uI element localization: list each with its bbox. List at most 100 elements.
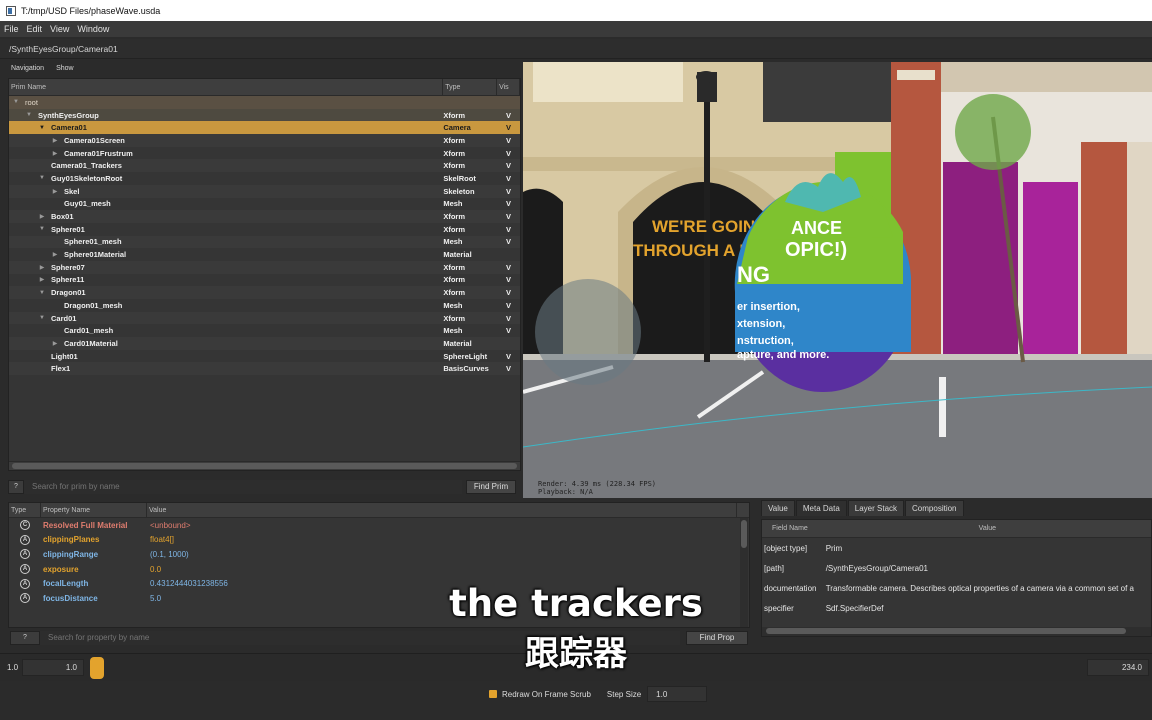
prim-row-sphere01material[interactable]: ▶ Sphere01Material Material [9, 248, 520, 261]
expand-right-icon[interactable]: ▶ [51, 251, 59, 258]
prim-row-camera01[interactable]: ▼ Camera01 Camera V [9, 121, 520, 135]
property-row[interactable]: Aexposure 0.0 [9, 562, 749, 577]
prim-name: Sphere11 [51, 275, 85, 285]
expand-right-icon[interactable]: ▶ [51, 150, 59, 157]
prim-search-help-button[interactable]: ? [8, 479, 24, 494]
tab-composition[interactable]: Composition [905, 500, 964, 516]
prim-row-root[interactable]: ▼ root [9, 96, 520, 109]
expand-down-icon[interactable]: ▼ [25, 112, 33, 118]
prim-visibility-toggle[interactable]: V [497, 136, 520, 145]
prim-row-guy01skeletonroot[interactable]: ▼ Guy01SkeletonRoot SkelRoot V [9, 172, 520, 185]
expand-right-icon[interactable]: ▶ [38, 264, 46, 271]
prim-visibility-toggle[interactable]: V [497, 237, 520, 246]
prim-row-guy01-mesh[interactable]: Guy01_mesh Mesh V [9, 198, 520, 211]
prim-row-sphere07[interactable]: ▶ Sphere07 Xform V [9, 260, 520, 274]
navigation-menu[interactable]: Navigation [11, 65, 44, 72]
header-prop-type[interactable]: Type [9, 503, 41, 517]
prim-visibility-toggle[interactable]: V [497, 288, 520, 297]
prim-row-sphere01-mesh[interactable]: Sphere01_mesh Mesh V [9, 235, 520, 249]
expand-down-icon[interactable]: ▼ [38, 290, 46, 296]
prim-row-camera01-trackers[interactable]: Camera01_Trackers Xform V [9, 159, 520, 173]
tab-layer-stack[interactable]: Layer Stack [847, 500, 905, 516]
expand-right-icon[interactable]: ▶ [51, 188, 59, 195]
prim-name-cell: ▼ Guy01SkeletonRoot [9, 174, 443, 183]
header-meta-value[interactable]: Value [824, 525, 1151, 532]
3d-viewport[interactable]: WE'RE GOING THROUGH A PHASE ANCE OPIC!) … [523, 62, 1152, 498]
prim-visibility-toggle[interactable]: V [497, 352, 520, 361]
menu-window[interactable]: Window [77, 24, 109, 34]
expand-down-icon[interactable]: ▼ [38, 315, 46, 321]
prim-row-sphere01[interactable]: ▼ Sphere01 Xform V [9, 223, 520, 236]
prim-type: Material [443, 250, 472, 260]
menu-view[interactable]: View [50, 24, 69, 34]
prim-visibility-toggle[interactable]: V [497, 212, 520, 221]
prim-visibility-toggle[interactable]: V [497, 326, 520, 335]
prim-row-card01-mesh[interactable]: Card01_mesh Mesh V [9, 324, 520, 337]
prim-visibility-toggle[interactable]: V [497, 275, 520, 284]
prim-visibility-toggle[interactable]: V [497, 314, 520, 323]
prim-visibility-toggle[interactable]: V [497, 364, 520, 373]
header-vis[interactable]: Vis [497, 79, 520, 95]
prim-row-dragon01-mesh[interactable]: Dragon01_mesh Mesh V [9, 299, 520, 312]
property-name: clippingRange [43, 549, 99, 559]
header-type[interactable]: Type [443, 79, 498, 95]
expand-right-icon[interactable]: ▶ [38, 213, 46, 220]
property-row[interactable]: AclippingRange (0.1, 1000) [9, 547, 749, 562]
metadata-header: Field Name Value [762, 520, 1151, 538]
prim-row-camera01frustrum[interactable]: ▶ Camera01Frustrum Xform V [9, 147, 520, 160]
tab-meta-data[interactable]: Meta Data [795, 500, 847, 516]
prim-visibility-toggle[interactable]: V [497, 123, 520, 132]
tab-value[interactable]: Value [761, 500, 795, 516]
expand-down-icon[interactable]: ▼ [38, 175, 46, 181]
prim-row-card01[interactable]: ▼ Card01 Xform V [9, 311, 520, 325]
header-field-name[interactable]: Field Name [762, 525, 824, 532]
prim-row-sphere11[interactable]: ▶ Sphere11 Xform V [9, 274, 520, 287]
scrollbar-thumb[interactable] [741, 520, 747, 548]
scrollbar-thumb[interactable] [12, 463, 517, 469]
prim-name: Dragon01_mesh [64, 300, 123, 310]
prim-row-card01material[interactable]: ▶ Card01Material Material [9, 337, 520, 350]
prim-row-dragon01[interactable]: ▼ Dragon01 Xform V [9, 286, 520, 299]
menu-edit[interactable]: Edit [27, 24, 43, 34]
step-size-field[interactable]: 1.0 [647, 686, 708, 702]
prim-visibility-toggle[interactable]: V [497, 111, 520, 120]
header-prop-value[interactable]: Value [147, 503, 737, 517]
prim-row-skel[interactable]: ▶ Skel Skeleton V [9, 184, 520, 198]
prim-visibility-toggle[interactable]: V [497, 174, 520, 183]
prim-visibility-toggle[interactable]: V [497, 187, 520, 196]
prim-name: Sphere01_mesh [64, 237, 122, 247]
prim-row-box01[interactable]: ▶ Box01 Xform V [9, 210, 520, 223]
prim-row-syntheyesgroup[interactable]: ▼ SynthEyesGroup Xform V [9, 108, 520, 122]
redraw-checkbox[interactable] [489, 690, 497, 698]
prim-row-flex1[interactable]: Flex1 BasisCurves V [9, 362, 520, 376]
header-prim-name[interactable]: Prim Name [9, 79, 444, 95]
prim-visibility-toggle[interactable]: V [497, 161, 520, 170]
prim-visibility-toggle[interactable]: V [497, 149, 520, 158]
prim-row-light01[interactable]: Light01 SphereLight V [9, 350, 520, 363]
prim-visibility-toggle[interactable]: V [497, 225, 520, 234]
expand-right-icon[interactable]: ▶ [51, 137, 59, 144]
prim-path[interactable]: /SynthEyesGroup/Camera01 [9, 44, 118, 54]
property-row[interactable]: AclippingPlanes float4[] [9, 533, 749, 548]
menu-file[interactable]: File [4, 24, 19, 34]
metadata-row[interactable]: [path] /SynthEyesGroup/Camera01 [762, 558, 1151, 578]
prim-search-input[interactable] [24, 479, 462, 494]
prim-row-camera01screen[interactable]: ▶ Camera01Screen Xform V [9, 134, 520, 147]
show-menu[interactable]: Show [56, 65, 74, 72]
prim-visibility-toggle[interactable]: V [497, 301, 520, 310]
prim-type: SphereLight [443, 351, 488, 361]
expand-down-icon[interactable]: ▼ [38, 125, 46, 131]
prim-tree-hscrollbar[interactable] [9, 461, 520, 470]
find-prim-button[interactable]: Find Prim [466, 479, 516, 494]
expand-down-icon[interactable]: ▼ [38, 226, 46, 232]
prim-visibility-toggle[interactable]: V [497, 263, 520, 272]
expand-right-icon[interactable]: ▶ [38, 276, 46, 283]
expand-right-icon[interactable]: ▶ [51, 340, 59, 347]
metadata-row[interactable]: [object type] Prim [762, 538, 1151, 558]
hud-playback: Playback: N/A [538, 488, 593, 496]
header-prop-name[interactable]: Property Name [41, 503, 147, 517]
metadata-tabs: Value Meta Data Layer Stack Composition [755, 500, 1152, 516]
property-row[interactable]: C Resolved Full Material <unbound> [9, 518, 749, 533]
prim-visibility-toggle[interactable]: V [497, 199, 520, 208]
expand-down-icon[interactable]: ▼ [12, 99, 20, 105]
